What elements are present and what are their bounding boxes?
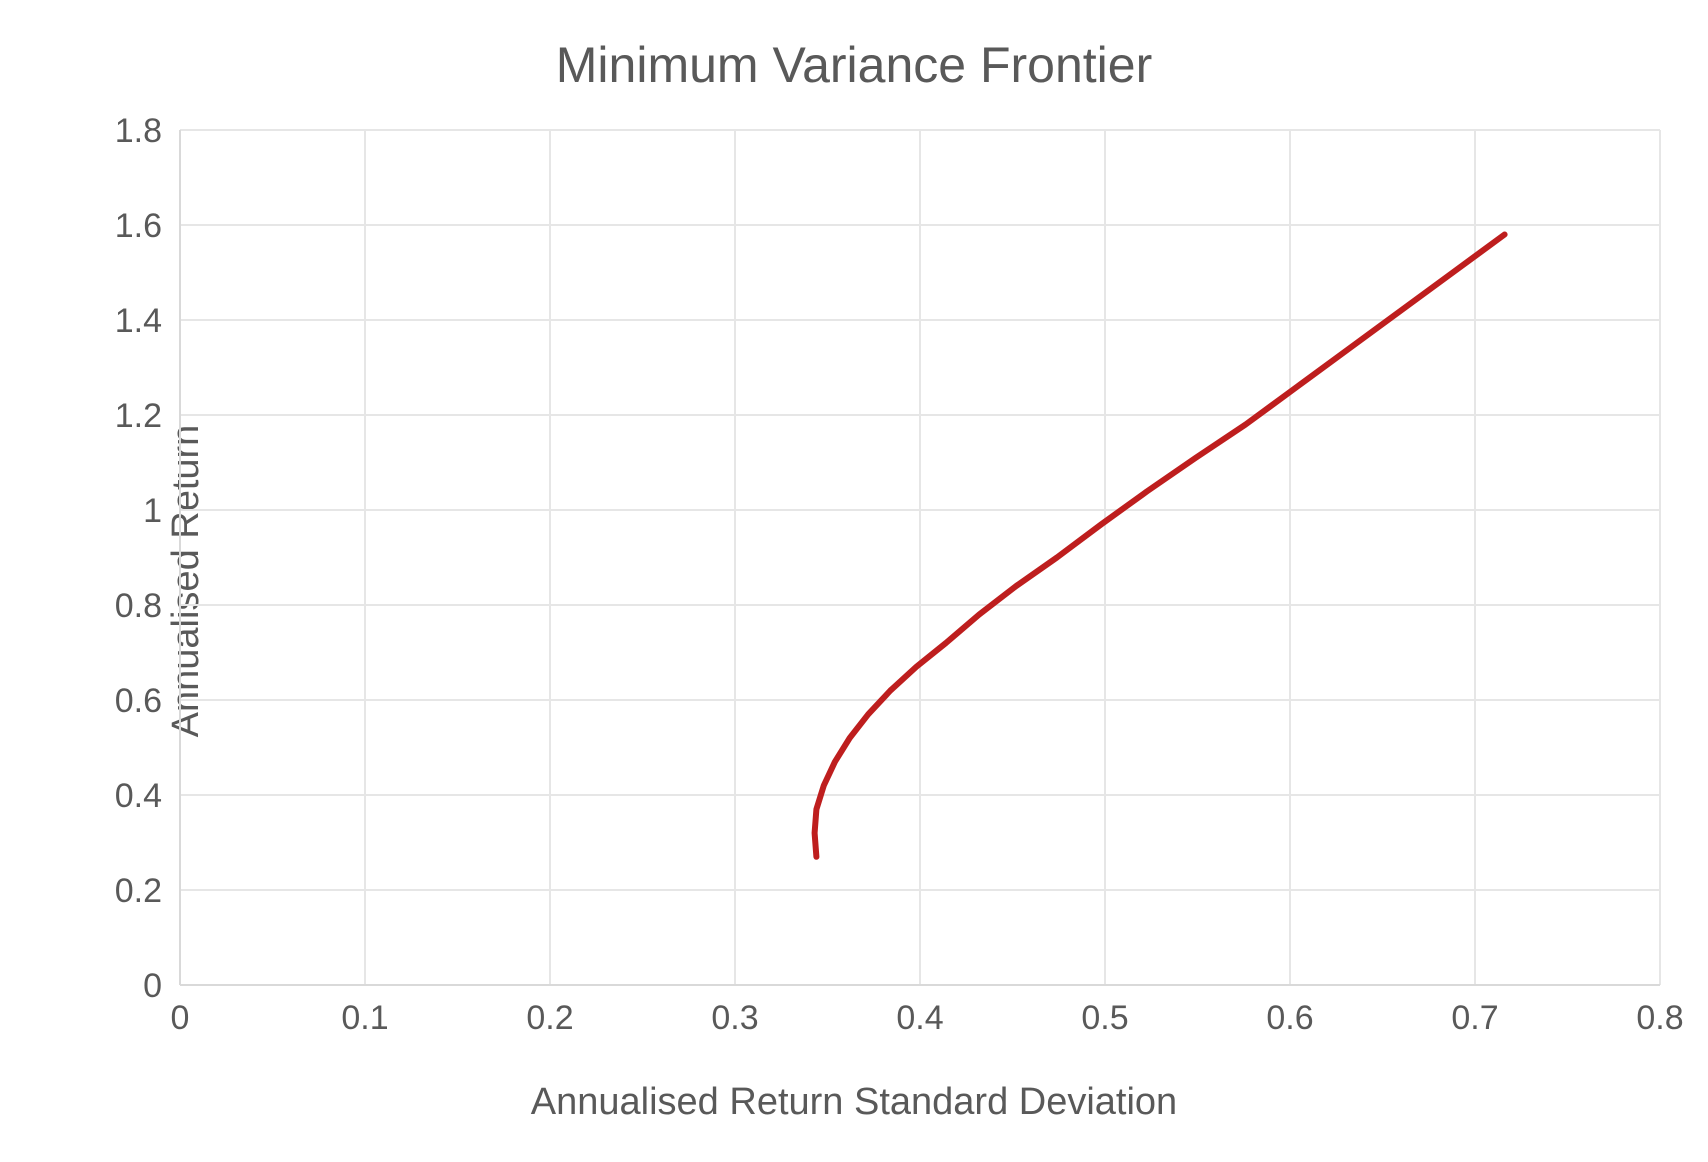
series-line (815, 235, 1505, 857)
y-tick-label: 1 (143, 492, 162, 530)
y-tick-label: 1.2 (115, 397, 162, 435)
y-tick-label: 0.2 (115, 872, 162, 910)
y-tick-label: 1.4 (115, 302, 162, 340)
x-tick-label: 0.3 (711, 999, 758, 1037)
x-tick-label: 0.8 (1636, 999, 1683, 1037)
y-tick-label: 1.8 (115, 112, 162, 150)
chart-container: Minimum Variance Frontier Annualised Ret… (0, 0, 1708, 1162)
x-tick-label: 0.5 (1081, 999, 1128, 1037)
y-tick-label: 0.8 (115, 587, 162, 625)
y-tick-label: 1.6 (115, 207, 162, 245)
x-tick-label: 0.6 (1266, 999, 1313, 1037)
y-tick-label: 0.4 (115, 777, 162, 815)
x-tick-label: 0.1 (341, 999, 388, 1037)
chart-plot: 0 0.2 0.4 0.6 0.8 1 1.2 1.4 1.6 1.8 0 0.1 0.2 0.3 0.4 0… (0, 0, 1708, 1162)
x-tick-label: 0.4 (896, 999, 943, 1037)
x-tick-label: 0 (171, 999, 190, 1037)
x-tick-label: 0.2 (526, 999, 573, 1037)
y-tick-label: 0 (143, 967, 162, 1005)
x-tick-label: 0.7 (1451, 999, 1498, 1037)
y-tick-label: 0.6 (115, 682, 162, 720)
